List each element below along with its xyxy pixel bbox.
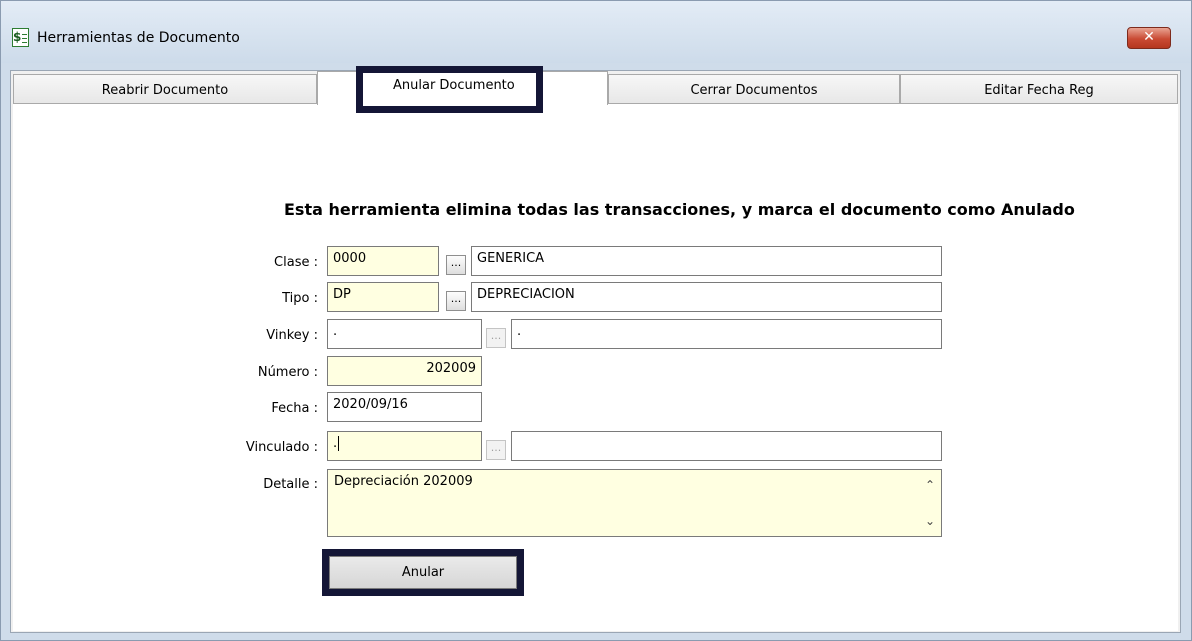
scroll-up-icon[interactable]: ⌃ bbox=[923, 478, 937, 492]
vinculado-code-input[interactable]: . bbox=[327, 431, 482, 461]
tipo-lookup-button[interactable]: ... bbox=[446, 291, 466, 311]
title-bar: $ Herramientas de Documento ✕ bbox=[1, 1, 1191, 63]
numero-label: Número : bbox=[257, 365, 318, 380]
close-button[interactable]: ✕ bbox=[1127, 27, 1171, 49]
text-caret bbox=[338, 436, 340, 451]
highlight-box-button bbox=[322, 549, 524, 596]
tab-panel-anular bbox=[13, 103, 1178, 631]
clase-label: Clase : bbox=[274, 255, 318, 270]
fecha-input[interactable]: 2020/09/16 bbox=[327, 392, 482, 422]
detalle-text: Depreciación 202009 bbox=[334, 474, 473, 489]
clase-desc-input[interactable]: GENERICA bbox=[471, 246, 942, 276]
fecha-label: Fecha : bbox=[271, 401, 318, 416]
scroll-down-icon[interactable]: ⌄ bbox=[923, 514, 937, 528]
vinculado-lookup-button[interactable]: ... bbox=[486, 440, 506, 460]
vinkey-label: Vinkey : bbox=[266, 328, 318, 343]
tipo-label: Tipo : bbox=[282, 291, 318, 306]
clase-code-input[interactable]: 0000 bbox=[327, 246, 439, 276]
detalle-textarea[interactable]: Depreciación 202009 ⌃ ⌄ bbox=[327, 469, 942, 537]
detalle-label: Detalle : bbox=[263, 477, 318, 492]
tipo-desc-input[interactable]: DEPRECIACION bbox=[471, 282, 942, 312]
app-icon: $ bbox=[12, 28, 29, 47]
tab-reabrir-documento[interactable]: Reabrir Documento bbox=[13, 74, 317, 104]
tab-control: Reabrir Documento Cerrar Documentos Edit… bbox=[10, 70, 1181, 633]
vinculado-desc-input[interactable] bbox=[511, 431, 942, 461]
tab-cerrar-documentos[interactable]: Cerrar Documentos bbox=[608, 74, 900, 104]
vinculado-code-text: . bbox=[333, 436, 338, 451]
tab-editar-fecha-reg[interactable]: Editar Fecha Reg bbox=[900, 74, 1178, 104]
tipo-code-input[interactable]: DP bbox=[327, 282, 439, 312]
panel-heading: Esta herramienta elimina todas las trans… bbox=[284, 200, 1075, 219]
tab-anular-documento-label: Anular Documento bbox=[393, 78, 515, 93]
vinkey-lookup-button[interactable]: ... bbox=[486, 328, 506, 348]
clase-lookup-button[interactable]: ... bbox=[446, 255, 466, 275]
numero-input[interactable]: 202009 bbox=[327, 356, 482, 386]
vinkey-desc-input[interactable]: . bbox=[511, 319, 942, 349]
window-title: Herramientas de Documento bbox=[37, 30, 240, 46]
vinculado-label: Vinculado : bbox=[245, 440, 318, 455]
vinkey-code-input[interactable]: . bbox=[327, 319, 482, 349]
